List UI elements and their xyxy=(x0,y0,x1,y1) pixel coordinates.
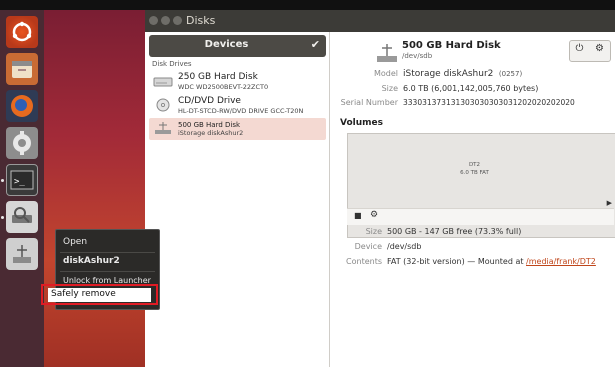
partition-size: 6.0 TB FAT xyxy=(460,170,489,176)
device-item-500gb-selected[interactable]: 500 GB Hard Disk iStorage diskAshur2 xyxy=(149,118,326,140)
contents-value-row: FAT (32-bit version) — Mounted at /media… xyxy=(387,257,596,266)
devices-header-title: Devices xyxy=(204,39,249,50)
disk-device-path: /dev/sdb xyxy=(402,52,433,60)
svg-text:>_: >_ xyxy=(14,177,25,187)
device-model: iStorage diskAshur2 xyxy=(178,129,244,137)
menu-item-device-name[interactable]: diskAshur2 xyxy=(63,256,120,266)
serial-row: Serial Number xyxy=(330,98,398,108)
optical-disc-icon xyxy=(156,98,170,112)
power-off-icon[interactable]: ⏻ xyxy=(570,43,589,54)
minimize-window-icon[interactable] xyxy=(161,16,170,25)
disk-drives-label: Disk Drives xyxy=(152,60,192,68)
disk-title: 500 GB Hard Disk xyxy=(402,40,501,51)
vol-device-value-row: /dev/sdb xyxy=(387,242,421,251)
mount-point-link[interactable]: /media/frank/DT2 xyxy=(526,257,596,266)
settings-icon[interactable]: ⚙ xyxy=(370,210,378,220)
device-model: WDC WD2500BEVT-22ZCT0 xyxy=(178,83,269,91)
usb-disk-icon xyxy=(377,44,397,62)
size-value-row: 6.0 TB (6,001,142,005,760 bytes) xyxy=(403,84,538,93)
running-indicator xyxy=(1,179,4,182)
size-label: Size xyxy=(381,84,398,93)
vol-device-label: Device xyxy=(354,242,382,251)
contents-row: Contents xyxy=(330,257,382,267)
model-label: Model xyxy=(373,69,398,78)
model-value: iStorage diskAshur2 xyxy=(403,69,494,79)
contents-value: FAT (32-bit version) — Mounted at xyxy=(387,257,527,266)
maximize-window-icon[interactable] xyxy=(173,16,182,25)
vol-device-value: /dev/sdb xyxy=(387,242,422,251)
device-item-250gb[interactable]: 250 GB Hard Disk WDC WD2500BEVT-22ZCT0 xyxy=(149,71,326,93)
vol-size-row: Size xyxy=(330,227,382,237)
model-revision: (0257) xyxy=(498,70,523,78)
serial-label: Serial Number xyxy=(340,98,398,107)
usb-disk-icon xyxy=(155,122,171,134)
launcher: >_ xyxy=(0,10,45,367)
firefox-icon[interactable] xyxy=(6,90,38,122)
vol-size-value-row: 500 GB - 147 GB free (73.3% full) xyxy=(387,227,521,236)
size-row: Size xyxy=(330,84,398,94)
device-name: 500 GB Hard Disk xyxy=(178,121,241,129)
running-indicator xyxy=(1,216,4,219)
devices-header: Devices ✔ xyxy=(149,35,326,57)
disk-detail-pane: 500 GB Hard Disk /dev/sdb ⏻ ⚙ Model iSto… xyxy=(330,32,615,367)
devices-pane: Devices ✔ Disk Drives 250 GB Hard Disk W… xyxy=(145,32,330,367)
partition-name: DT2 xyxy=(468,162,481,168)
volume-toolbar: ■ ⚙ xyxy=(347,208,614,225)
desktop-wallpaper xyxy=(44,10,145,367)
vol-device-row: Device xyxy=(330,242,382,252)
desktop: >_ Disks Devices ✔ Disk Drives 250 GB Ha… xyxy=(0,0,615,367)
device-name: CD/DVD Drive xyxy=(178,96,241,106)
menu-item-open[interactable]: Open xyxy=(63,237,87,247)
disk-action-buttons: ⏻ ⚙ xyxy=(569,40,611,62)
contents-label: Contents xyxy=(346,257,382,266)
top-panel xyxy=(0,0,615,10)
close-window-icon[interactable] xyxy=(149,16,158,25)
menu-separator xyxy=(60,271,155,272)
terminal-icon[interactable]: >_ xyxy=(6,164,38,196)
gear-icon[interactable]: ⚙ xyxy=(590,43,609,54)
model-row: Model xyxy=(330,69,398,79)
volumes-title: Volumes xyxy=(340,118,383,128)
size-value: 6.0 TB (6,001,142,005,760 bytes) xyxy=(403,84,539,93)
system-settings-icon[interactable] xyxy=(6,127,38,159)
vol-size-value: 500 GB - 147 GB free (73.3% full) xyxy=(387,227,522,236)
usb-drive-icon[interactable] xyxy=(6,238,38,270)
safely-remove-label: Safely remove xyxy=(51,289,116,299)
hard-disk-icon xyxy=(153,77,173,87)
device-model: HL-DT-STCD-RW/DVD DRIVE GCC-T20N xyxy=(178,107,304,115)
model-value-row: iStorage diskAshur2 (0257) xyxy=(403,69,522,79)
device-item-cd-dvd[interactable]: CD/DVD Drive HL-DT-STCD-RW/DVD DRIVE GCC… xyxy=(149,95,326,117)
window-titlebar: Disks xyxy=(145,10,615,32)
arrow-right-icon[interactable]: ▶ xyxy=(607,199,612,207)
check-icon[interactable]: ✔ xyxy=(311,38,320,51)
menu-separator xyxy=(60,252,155,253)
window-title: Disks xyxy=(186,14,216,27)
serial-value: 333031373131303030303031202020202020 xyxy=(403,98,575,107)
stop-icon[interactable]: ■ xyxy=(354,211,362,220)
serial-value-row: 333031373131303030303031202020202020 xyxy=(403,98,575,107)
vol-size-label: Size xyxy=(365,227,382,236)
dash-home-icon[interactable] xyxy=(6,16,38,48)
files-icon[interactable] xyxy=(6,53,38,85)
device-name: 250 GB Hard Disk xyxy=(178,72,258,82)
disks-icon[interactable] xyxy=(6,201,38,233)
